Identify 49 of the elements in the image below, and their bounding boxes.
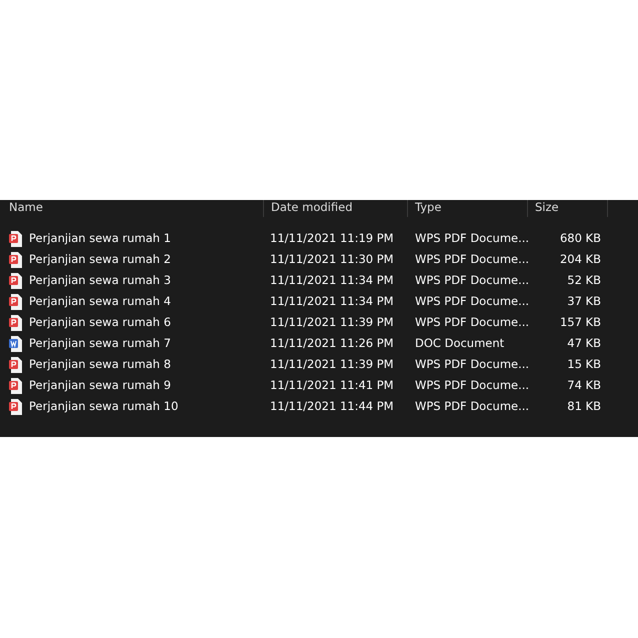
file-type: DOC Document	[415, 336, 504, 350]
file-type: WPS PDF Docume...	[415, 272, 530, 287]
date-modified: 11/11/2021 11:39 PM	[270, 314, 394, 329]
pdf-file-icon	[9, 398, 23, 414]
date-modified: 11/11/2021 11:44 PM	[270, 398, 394, 413]
file-size: 680 KB	[560, 230, 601, 245]
type-column-header[interactable]: Type	[408, 200, 528, 217]
pdf-file-icon	[9, 314, 23, 330]
pdf-file-icon	[9, 230, 23, 246]
pdf-file-icon	[9, 252, 23, 268]
date-modified: 11/11/2021 11:34 PM	[270, 294, 394, 308]
word-file-icon	[9, 336, 23, 352]
file-name[interactable]: Perjanjian sewa rumah 3	[29, 272, 171, 290]
file-name[interactable]: Perjanjian sewa rumah 8	[29, 356, 171, 374]
file-name[interactable]: Perjanjian sewa rumah 1	[29, 230, 171, 248]
pdf-file-icon	[9, 272, 23, 288]
name-column-header[interactable]: Name	[0, 200, 264, 217]
date-column-header[interactable]: Date modified	[264, 200, 408, 217]
file-type: WPS PDF Docume...	[415, 398, 530, 413]
size-column-header[interactable]: Size	[528, 200, 608, 217]
file-size: 157 KB	[560, 314, 601, 329]
pdf-file-icon	[9, 356, 23, 372]
file-size: 15 KB	[567, 356, 601, 371]
file-size: 52 KB	[567, 272, 601, 287]
pdf-file-icon	[9, 378, 23, 394]
date-modified: 11/11/2021 11:41 PM	[270, 378, 394, 392]
pdf-file-icon	[9, 294, 23, 310]
date-modified: 11/11/2021 11:26 PM	[270, 336, 394, 350]
file-type: WPS PDF Docume...	[415, 230, 530, 245]
file-type: WPS PDF Docume...	[415, 252, 530, 266]
file-name[interactable]: Perjanjian sewa rumah 9	[29, 376, 171, 394]
date-modified: 11/11/2021 11:34 PM	[270, 272, 394, 287]
file-name[interactable]: Perjanjian sewa rumah 7	[29, 334, 171, 352]
file-size: 74 KB	[567, 378, 601, 392]
file-size: 81 KB	[567, 398, 601, 413]
date-modified: 11/11/2021 11:39 PM	[270, 356, 394, 371]
file-name[interactable]: Perjanjian sewa rumah 6	[29, 314, 171, 332]
file-name[interactable]: Perjanjian sewa rumah 2	[29, 250, 171, 268]
date-modified: 11/11/2021 11:19 PM	[270, 230, 394, 245]
file-type: WPS PDF Docume...	[415, 378, 530, 392]
file-type: WPS PDF Docume...	[415, 314, 530, 329]
file-name[interactable]: Perjanjian sewa rumah 4	[29, 292, 171, 310]
file-size: 37 KB	[567, 294, 601, 308]
file-type: WPS PDF Docume...	[415, 294, 530, 308]
file-size: 204 KB	[560, 252, 601, 266]
file-size: 47 KB	[567, 336, 601, 350]
file-type: WPS PDF Docume...	[415, 356, 530, 371]
date-modified: 11/11/2021 11:30 PM	[270, 252, 394, 266]
file-name[interactable]: Perjanjian sewa rumah 10	[29, 398, 178, 416]
